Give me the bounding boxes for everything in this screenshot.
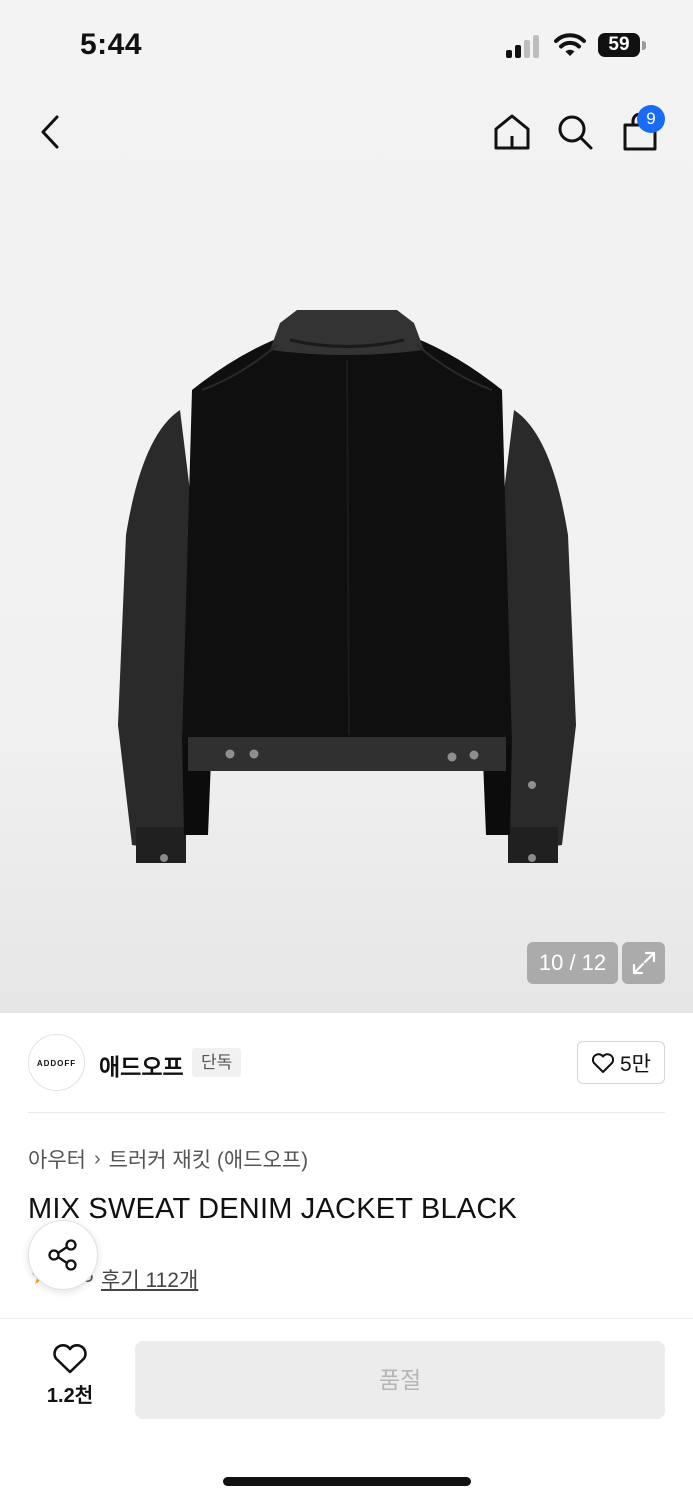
product-title: MIX SWEAT DENIM JACKET BLACK [28,1193,518,1225]
home-indicator [223,1477,471,1486]
cart-count-badge: 9 [637,105,665,133]
heart-icon [591,1052,615,1073]
bottom-action-bar: 1.2천 품절 [0,1318,693,1500]
review-link[interactable]: 후기 112개 [101,1264,198,1294]
search-icon [558,115,593,150]
back-icon [41,115,59,149]
breadcrumb: 아우터 › 트러커 재킷 (애드오프) [28,1144,308,1174]
wifi-icon [554,32,586,63]
share-button[interactable] [28,1220,98,1290]
expand-icon [632,951,655,975]
home-icon [494,114,530,150]
battery-icon: 59 [598,33,640,57]
top-nav [0,92,693,172]
brand-row: ADDOFF 애드오프 단독 5만 [28,1034,665,1092]
home-button[interactable] [484,104,540,160]
battery-tip [642,41,646,50]
breadcrumb-category[interactable]: 아우터 [28,1144,86,1174]
soldout-button: 품절 [135,1341,665,1419]
heart-icon [53,1344,87,1374]
chevron-right-icon: › [93,1147,101,1170]
brand-name[interactable]: 애드오프 [99,1048,184,1082]
brand-like-count: 5만 [620,1052,651,1076]
brand-logo[interactable]: ADDOFF [28,1034,85,1091]
product-image [118,310,576,863]
wishlist-button[interactable]: 1.2천 [30,1343,110,1413]
divider [28,1112,665,1113]
status-time: 5:44 [80,28,143,61]
status-bar: 5:44 59 [0,0,693,92]
expand-button[interactable] [622,942,665,984]
wishlist-count: 1.2천 [46,1385,94,1407]
back-button[interactable] [22,104,78,160]
signal-icon [506,34,542,58]
image-counter: 10 / 12 [527,942,618,984]
breadcrumb-subcategory[interactable]: 트러커 재킷 (애드오프) [109,1144,309,1174]
brand-like-button[interactable]: 5만 [577,1041,665,1084]
share-icon [48,1239,77,1271]
search-button[interactable] [547,104,603,160]
exclusive-badge: 단독 [192,1048,242,1077]
